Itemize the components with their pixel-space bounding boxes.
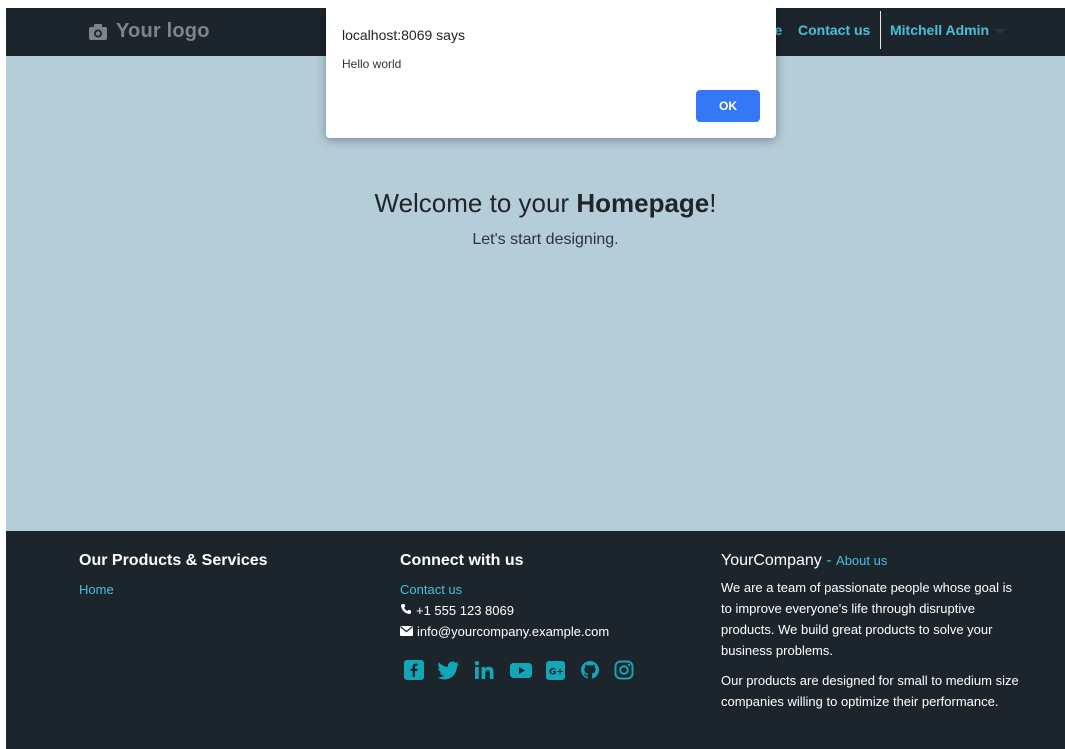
twitter-icon[interactable] xyxy=(438,660,460,680)
dialog-title: localhost:8069 says xyxy=(342,27,465,43)
email-row: info@yourcompany.example.com xyxy=(400,621,634,642)
user-name: Mitchell Admin xyxy=(890,22,990,38)
browser-viewport: Your logo ne Contact us Mitchell Admin W… xyxy=(6,8,1065,749)
ok-button[interactable]: OK xyxy=(696,90,760,122)
footer-products-column: Our Products & Services Home xyxy=(79,551,268,600)
footer-connect-column: Connect with us Contact us +1 555 123 80… xyxy=(400,551,634,680)
about-paragraph-2: Our products are designed for small to m… xyxy=(721,673,1019,709)
phone-icon xyxy=(400,600,412,621)
logo-text: Your logo xyxy=(116,20,210,42)
connect-heading: Connect with us xyxy=(400,552,524,569)
heading-separator: - xyxy=(821,552,837,569)
page-subtitle: Let's start designing. xyxy=(472,231,619,248)
about-paragraph-1: We are a team of passionate people whose… xyxy=(721,580,1012,658)
footer-company-column: YourCompany - About us We are a team of … xyxy=(721,551,1021,721)
github-icon[interactable] xyxy=(580,660,600,680)
alert-dialog: localhost:8069 says Hello world OK xyxy=(326,8,776,138)
about-us-link[interactable]: About us xyxy=(836,553,887,568)
social-icons: G+ xyxy=(404,660,634,680)
google-plus-icon[interactable]: G+ xyxy=(546,660,566,680)
products-heading: Our Products & Services xyxy=(79,552,268,569)
youtube-icon[interactable] xyxy=(510,660,532,680)
about-text: We are a team of passionate people whose… xyxy=(721,577,1021,712)
envelope-icon xyxy=(400,621,413,642)
camera-icon xyxy=(88,23,108,41)
nav-link-contact[interactable]: Contact us xyxy=(798,22,870,38)
company-heading: YourCompany - About us xyxy=(721,551,1021,571)
facebook-icon[interactable] xyxy=(404,660,424,680)
title-suffix: ! xyxy=(709,188,717,218)
footer: Our Products & Services Home Connect wit… xyxy=(6,531,1065,749)
svg-text:G+: G+ xyxy=(549,668,564,678)
instagram-icon[interactable] xyxy=(614,660,634,680)
email-address: info@yourcompany.example.com xyxy=(417,624,610,639)
phone-number: +1 555 123 8069 xyxy=(416,603,514,618)
linkedin-icon[interactable] xyxy=(474,660,496,680)
nav-divider xyxy=(880,11,881,49)
title-prefix: Welcome to your xyxy=(374,188,577,218)
chevron-down-icon xyxy=(995,28,1006,34)
site-logo[interactable]: Your logo xyxy=(88,20,210,43)
dialog-message: Hello world xyxy=(342,57,402,71)
title-bold: Homepage xyxy=(576,188,710,218)
company-name: YourCompany xyxy=(721,552,822,569)
page-title: Welcome to your Homepage! xyxy=(6,188,1065,219)
footer-link-contact[interactable]: Contact us xyxy=(400,582,462,597)
phone-row: +1 555 123 8069 xyxy=(400,600,634,621)
user-menu[interactable]: Mitchell Admin xyxy=(890,22,1006,38)
footer-link-home[interactable]: Home xyxy=(79,582,114,597)
